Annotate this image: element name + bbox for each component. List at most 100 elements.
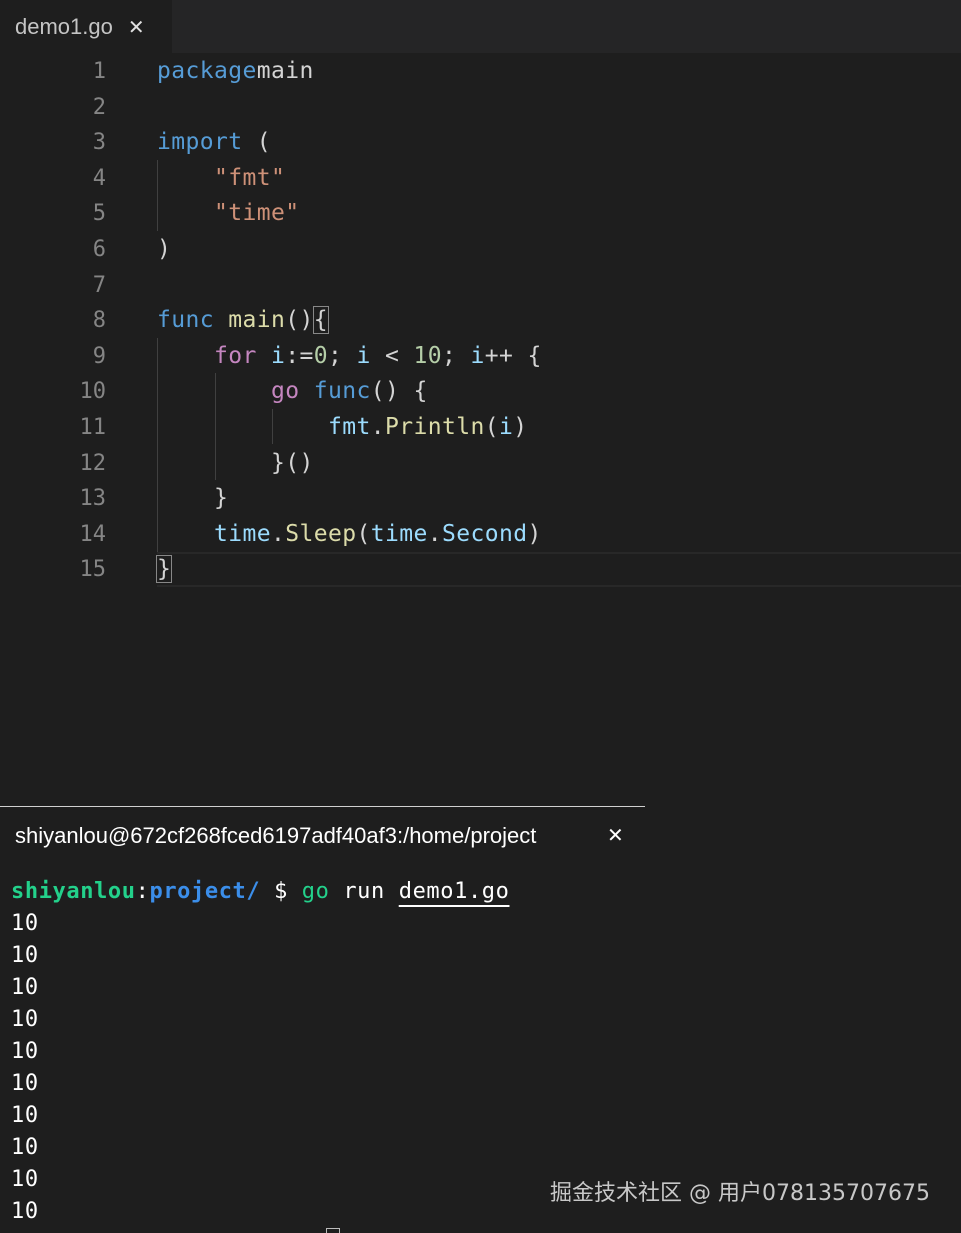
code-token: Sleep bbox=[285, 520, 357, 547]
code-line: 5 "time" bbox=[0, 196, 961, 231]
output-line: 10 bbox=[11, 1071, 39, 1096]
code-text: for i:=0; i < 10; i++ { bbox=[157, 339, 542, 374]
code-token: i bbox=[271, 342, 286, 369]
output-line: 10 bbox=[11, 1135, 39, 1160]
line-number: 14 bbox=[79, 521, 107, 547]
line-number: 6 bbox=[92, 237, 106, 262]
code-line: 1 packagemain bbox=[0, 54, 961, 89]
terminal-cursor bbox=[326, 1228, 340, 1233]
code-line: 10 go func() { bbox=[0, 374, 961, 409]
editor-tab-bar: demo1.go ✕ bbox=[0, 0, 961, 53]
code-token: 0 bbox=[313, 342, 328, 369]
line-number: 9 bbox=[92, 343, 106, 369]
code-token: ; bbox=[328, 342, 357, 369]
code-token: package bbox=[157, 58, 257, 84]
command-run: run bbox=[329, 879, 399, 904]
line-number: 12 bbox=[79, 450, 107, 476]
line-number: 15 bbox=[79, 557, 107, 583]
code-token: () bbox=[285, 307, 314, 334]
code-token: } bbox=[214, 485, 229, 512]
code-line: 6) bbox=[0, 232, 961, 267]
output-line: 10 bbox=[11, 943, 39, 968]
output-line: 10 bbox=[11, 975, 39, 1000]
output-line: 10 bbox=[11, 1007, 39, 1032]
code-text: }() bbox=[157, 446, 314, 481]
prompt-user: shiyanlou bbox=[11, 879, 136, 904]
code-token: main bbox=[256, 58, 314, 84]
code-token: }() bbox=[270, 449, 314, 476]
line-number: 7 bbox=[92, 272, 106, 298]
close-icon[interactable]: ✕ bbox=[128, 15, 145, 39]
code-token: func bbox=[313, 378, 371, 405]
line-number: 5 bbox=[92, 201, 106, 227]
code-text: go func() { bbox=[157, 374, 428, 409]
line-number: 3 bbox=[92, 130, 106, 156]
code-token: fmt bbox=[327, 414, 371, 440]
line-number: 8 bbox=[92, 308, 106, 334]
code-line: 2 bbox=[0, 90, 961, 125]
code-text: time.Sleep(time.Second) bbox=[157, 517, 542, 552]
prompt-symbol: $ bbox=[260, 879, 302, 904]
terminal-prompt-line: shiyanlou:project/ $ go run demo1.go bbox=[11, 876, 951, 908]
code-token: ) bbox=[513, 414, 528, 440]
code-text: ) bbox=[157, 232, 171, 267]
line-number: 13 bbox=[79, 486, 107, 512]
code-token: go bbox=[270, 378, 300, 405]
code-token: "fmt" bbox=[214, 164, 286, 191]
line-number: 1 bbox=[92, 59, 106, 84]
code-editor[interactable]: 1 packagemain 2 3 import (4 "fmt" 5 "time" 6) 7… bbox=[0, 53, 961, 806]
code-line: 11 fmt.Println(i) bbox=[0, 410, 961, 445]
code-token: i bbox=[498, 414, 514, 440]
tab-demo1-go[interactable]: demo1.go ✕ bbox=[0, 0, 172, 53]
code-token: . bbox=[370, 414, 385, 440]
code-token: ; bbox=[442, 342, 471, 369]
code-line: 15} bbox=[0, 552, 961, 587]
code-token: < bbox=[370, 342, 414, 369]
code-line: 9 for i:=0; i < 10; i++ { bbox=[0, 339, 961, 374]
code-text: } bbox=[155, 552, 173, 587]
code-token: i bbox=[356, 342, 371, 369]
code-line: 13 } bbox=[0, 481, 961, 516]
code-token: ++ { bbox=[484, 342, 542, 369]
prompt-path: project/ bbox=[149, 879, 261, 904]
code-token: Println bbox=[384, 414, 485, 440]
command-file-link[interactable]: demo1.go bbox=[399, 879, 510, 904]
code-line: 12 }() bbox=[0, 446, 961, 481]
line-number: 10 bbox=[79, 379, 107, 405]
code-token: ( bbox=[356, 520, 371, 547]
code-line: 3 import ( bbox=[0, 125, 961, 160]
close-icon[interactable]: ✕ bbox=[607, 823, 624, 847]
code-token: time bbox=[370, 520, 428, 547]
code-token: . bbox=[271, 520, 286, 547]
code-token: := bbox=[285, 342, 314, 369]
watermark: 掘金技术社区 @ 用户078135707675 bbox=[550, 1181, 930, 1206]
code-text: "fmt" bbox=[157, 161, 285, 196]
output-line: 10 bbox=[11, 911, 39, 936]
code-text: import ( bbox=[157, 125, 271, 160]
code-token: func bbox=[157, 307, 214, 334]
output-line: 10 bbox=[11, 1039, 39, 1064]
code-token: ( bbox=[242, 129, 271, 156]
command-go: go bbox=[301, 879, 330, 904]
code-token: "time" bbox=[214, 200, 300, 227]
code-text: packagemain bbox=[157, 54, 314, 89]
code-line: 14 time.Sleep(time.Second) bbox=[0, 517, 961, 552]
code-token: 10 bbox=[413, 342, 442, 369]
line-number: 4 bbox=[92, 165, 106, 191]
code-token: time bbox=[214, 520, 271, 547]
code-text: fmt.Println(i) bbox=[157, 410, 527, 445]
terminal-title[interactable]: shiyanlou@672cf268fced6197adf40af3:/home… bbox=[15, 823, 536, 849]
code-text: "time" bbox=[157, 196, 299, 231]
terminal-tab-bar: shiyanlou@672cf268fced6197adf40af3:/home… bbox=[0, 807, 961, 871]
code-line: 7 bbox=[0, 268, 961, 303]
code-token: for bbox=[214, 342, 257, 369]
code-token: Second bbox=[442, 520, 528, 547]
code-token: main bbox=[228, 307, 286, 334]
line-number: 2 bbox=[92, 94, 106, 120]
